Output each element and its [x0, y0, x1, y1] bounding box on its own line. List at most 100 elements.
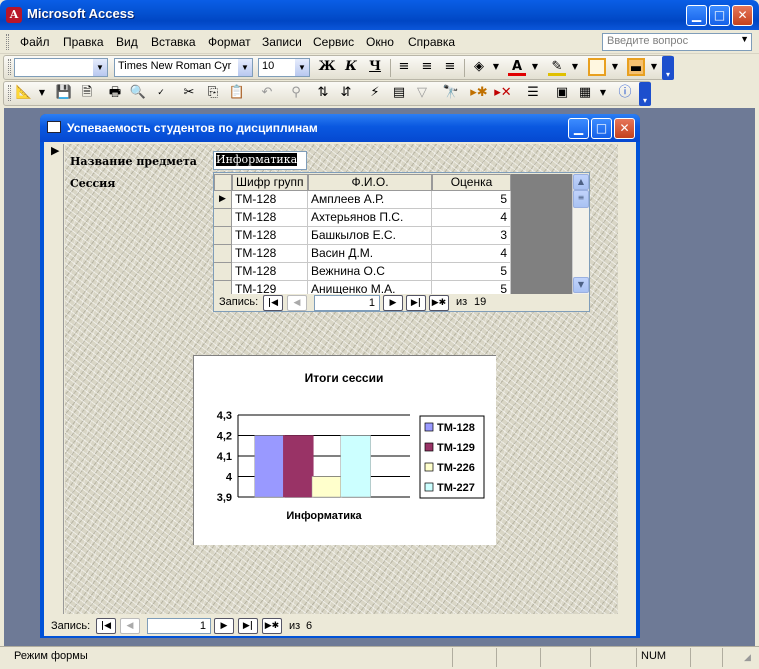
cell-grade[interactable]: 5 [432, 281, 511, 294]
cell-group[interactable]: ТМ-128 [232, 245, 308, 263]
line-color-icon[interactable]: ✎ [548, 58, 566, 76]
border-width-icon[interactable] [588, 58, 606, 76]
menu-help[interactable]: Справка [408, 35, 455, 49]
cell-name[interactable]: Анищенко М.А. [308, 281, 432, 294]
copy-icon[interactable]: ⎘ [204, 84, 222, 102]
cell-name[interactable]: Ахтерьянов П.С. [308, 209, 432, 227]
subject-field[interactable]: Информатика [213, 151, 307, 170]
filter-by-form-icon[interactable]: ▤ [390, 84, 408, 102]
cell-group[interactable]: ТМ-128 [232, 227, 308, 245]
help-search-input[interactable]: Введите вопрос ▼ [602, 33, 752, 51]
cell-grade[interactable]: 5 [432, 191, 511, 209]
previous-record-button[interactable]: ◀ [287, 295, 307, 311]
cell-name[interactable]: Вежнина О.С [308, 263, 432, 281]
chevron-down-icon[interactable]: ▼ [566, 58, 584, 76]
session-results-chart[interactable]: Итоги сессии 4,3 4,2 4,1 4 3,9 Информатика ТМ-1… [193, 355, 496, 545]
menu-records[interactable]: Записи [262, 35, 302, 49]
chevron-down-icon[interactable]: ▼ [33, 84, 51, 102]
fill-color-icon[interactable]: ◈ [470, 58, 488, 76]
align-left-icon[interactable]: ≡ [395, 58, 413, 76]
maximize-button[interactable]: □ [709, 5, 730, 26]
italic-button[interactable]: К [342, 58, 360, 76]
main-first-record-button[interactable]: |◀ [96, 618, 116, 634]
row-selector[interactable] [214, 227, 232, 245]
align-center-icon[interactable]: ≡ [418, 58, 436, 76]
form-minimize-button[interactable]: ▁ [568, 118, 589, 139]
column-header-group[interactable]: Шифр групп [232, 174, 308, 191]
cell-name[interactable]: Васин Д.М. [308, 245, 432, 263]
main-record-number-input[interactable]: 1 [147, 618, 211, 634]
delete-record-icon[interactable]: ▸✕ [494, 84, 512, 102]
column-header-name[interactable]: Ф.И.О. [308, 174, 432, 191]
column-header-grade[interactable]: Оценка [432, 174, 511, 191]
menu-tools[interactable]: Сервис [313, 35, 354, 49]
database-window-icon[interactable]: ▣ [553, 84, 571, 102]
row-selector[interactable]: ▶ [214, 191, 232, 209]
chevron-down-icon[interactable]: ▼ [487, 58, 505, 76]
minimize-button[interactable]: ▁ [686, 5, 707, 26]
resize-grip-icon[interactable]: ◢ [744, 653, 751, 663]
row-selector[interactable] [214, 281, 232, 294]
align-right-icon[interactable]: ≡ [441, 58, 459, 76]
next-record-button[interactable]: ▶ [383, 295, 403, 311]
main-last-record-button[interactable]: ▶| [238, 618, 258, 634]
paste-icon[interactable]: 📋 [228, 84, 246, 102]
scroll-down-icon[interactable]: ▼ [573, 277, 589, 293]
cell-group[interactable]: ТМ-128 [232, 209, 308, 227]
last-record-button[interactable]: ▶| [406, 295, 426, 311]
cell-name[interactable]: Башкылов Е.С. [308, 227, 432, 245]
scroll-thumb[interactable]: ≡ [573, 190, 589, 208]
cell-group[interactable]: ТМ-129 [232, 281, 308, 294]
chevron-down-icon[interactable]: ▼ [93, 59, 107, 76]
toolbar-grip[interactable] [8, 85, 11, 101]
chevron-down-icon[interactable]: ▼ [526, 58, 544, 76]
chevron-down-icon[interactable]: ▼ [238, 59, 252, 76]
scroll-up-icon[interactable]: ▲ [573, 174, 589, 190]
spelling-icon[interactable]: ✓ [152, 84, 170, 102]
cell-grade[interactable]: 4 [432, 245, 511, 263]
menu-view[interactable]: Вид [116, 35, 138, 49]
select-all-corner[interactable] [214, 174, 232, 191]
cut-icon[interactable]: ✂ [180, 84, 198, 102]
toolbar-options-button[interactable]: ▾ [639, 82, 651, 106]
row-selector[interactable] [214, 209, 232, 227]
cell-name[interactable]: Амплеев А.Р. [308, 191, 432, 209]
menu-window[interactable]: Окно [366, 35, 394, 49]
undo-icon[interactable]: ↶ [258, 84, 276, 102]
menu-file[interactable]: Файл [20, 35, 50, 49]
bold-button[interactable]: Ж [318, 58, 336, 76]
cell-grade[interactable]: 3 [432, 227, 511, 245]
toolbar-options-button[interactable]: ▾ [662, 56, 674, 80]
special-effect-icon[interactable]: ▬ [627, 58, 645, 76]
properties-icon[interactable]: ☰ [524, 84, 542, 102]
cell-grade[interactable]: 5 [432, 263, 511, 281]
font-size-combo[interactable]: 10 ▼ [258, 58, 310, 77]
save-icon[interactable]: 💾 [55, 84, 73, 102]
form-maximize-button[interactable]: □ [591, 118, 612, 139]
find-icon[interactable]: 🔭 [442, 84, 460, 102]
main-new-record-button[interactable]: ▶✱ [262, 618, 282, 634]
sort-ascending-icon[interactable]: ⇅ [314, 84, 332, 102]
chevron-down-icon[interactable]: ▼ [594, 84, 612, 102]
font-name-combo[interactable]: Times New Roman Cyr ▼ [114, 58, 253, 77]
row-selector[interactable] [214, 245, 232, 263]
chevron-down-icon[interactable]: ▼ [606, 58, 624, 76]
hyperlink-icon[interactable]: ⚲ [287, 84, 305, 102]
sort-descending-icon[interactable]: ⇵ [337, 84, 355, 102]
print-preview-icon[interactable]: 🔍 [129, 84, 147, 102]
main-next-record-button[interactable]: ▶ [214, 618, 234, 634]
row-selector[interactable] [214, 263, 232, 281]
apply-filter-icon[interactable]: ▽ [413, 84, 431, 102]
menu-edit[interactable]: Правка [63, 35, 104, 49]
record-selector[interactable]: ▶ [46, 144, 64, 614]
menu-grip[interactable] [6, 34, 9, 50]
help-icon[interactable]: ⓘ [616, 84, 634, 102]
view-icon[interactable]: 📐 [15, 84, 33, 102]
print-icon[interactable]: 🖶 [106, 84, 124, 102]
cell-group[interactable]: ТМ-128 [232, 263, 308, 281]
subform-record-number-input[interactable]: 1 [314, 295, 380, 311]
toolbar-grip[interactable] [8, 59, 11, 75]
first-record-button[interactable]: |◀ [263, 295, 283, 311]
form-close-button[interactable]: ✕ [614, 118, 635, 139]
new-record-button[interactable]: ▶✱ [429, 295, 449, 311]
